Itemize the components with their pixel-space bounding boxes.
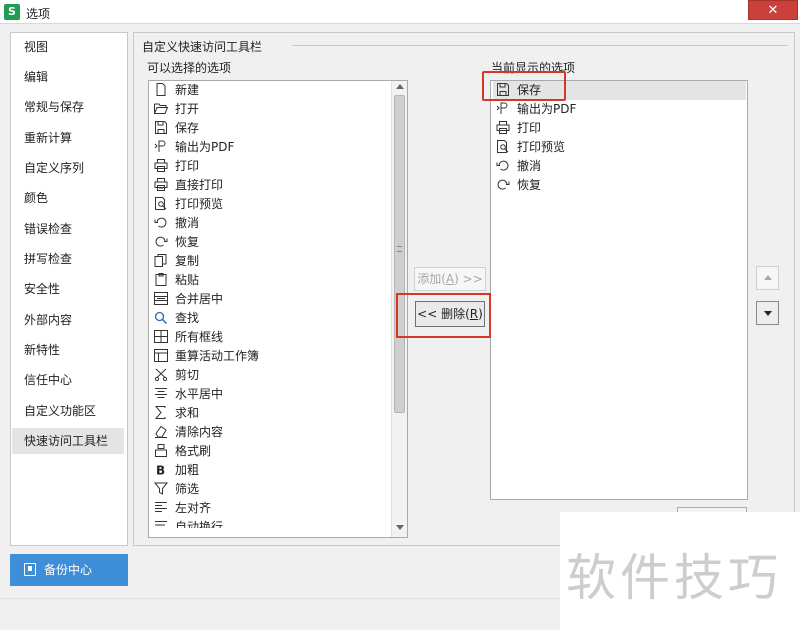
list-item[interactable]: 打印预览 <box>151 195 223 214</box>
available-options-list[interactable]: 新建 打开 保存 输出为PDF 打印 直接打印 打印预览 撤消 恢复 复制 粘贴… <box>148 80 408 538</box>
list-item[interactable]: 撤消 <box>493 157 541 176</box>
sidebar-item-trust-center[interactable]: 信任中心 <box>12 367 124 393</box>
list-item[interactable]: 打印 <box>151 157 199 176</box>
app-logo-icon: S <box>4 4 20 20</box>
list-item[interactable]: B 加粗 <box>151 461 199 480</box>
close-button[interactable]: ✕ <box>748 0 798 20</box>
watermark-text: 软件技巧 <box>566 549 782 607</box>
list-item[interactable]: 左对齐 <box>151 499 211 518</box>
list-item[interactable]: 查找 <box>151 309 199 328</box>
highlight-remove-button <box>396 293 491 338</box>
list-item[interactable]: 保存 <box>151 119 199 138</box>
filter-icon <box>154 482 168 495</box>
merge-center-icon <box>154 292 168 305</box>
move-down-button[interactable] <box>756 301 779 325</box>
list-item[interactable]: 合并居中 <box>151 290 223 309</box>
list-item[interactable]: 格式刷 <box>151 442 211 461</box>
list-item[interactable]: 清除内容 <box>151 423 223 442</box>
scroll-grip-icon <box>397 246 402 252</box>
group-divider <box>292 45 788 46</box>
add-button[interactable]: 添加(A) >> <box>414 267 486 291</box>
options-sidebar: 视图 编辑 常规与保存 重新计算 自定义序列 颜色 错误检查 拼写检查 安全性 … <box>10 32 128 546</box>
list-item[interactable]: 打印预览 <box>493 138 565 157</box>
undo-icon <box>496 159 510 172</box>
sidebar-item-new-features[interactable]: 新特性 <box>12 337 124 363</box>
scissors-icon <box>154 368 168 381</box>
highlight-save-item <box>482 71 566 101</box>
backup-center-button[interactable]: 备份中心 <box>10 554 128 586</box>
print-preview-icon <box>154 197 168 210</box>
svg-text:B: B <box>156 464 165 477</box>
new-doc-icon <box>154 83 168 96</box>
eraser-icon <box>154 425 168 438</box>
quick-access-panel: 自定义快速访问工具栏 可以选择的选项 当前显示的选项 新建 打开 保存 输出为P… <box>133 32 795 546</box>
sidebar-item-custom-lists[interactable]: 自定义序列 <box>12 155 124 181</box>
redo-icon <box>154 235 168 248</box>
format-painter-icon <box>154 444 168 457</box>
list-item[interactable]: 重算活动工作簿 <box>151 347 259 366</box>
title-bar: S 选项 ✕ <box>0 0 800 24</box>
print-preview-icon <box>496 140 510 153</box>
bold-icon: B <box>154 463 168 477</box>
wrap-text-icon <box>154 520 168 528</box>
sidebar-item-recalculate[interactable]: 重新计算 <box>12 125 124 151</box>
list-item[interactable]: 粘贴 <box>151 271 199 290</box>
redo-icon <box>496 178 510 191</box>
paste-icon <box>154 273 168 286</box>
list-item[interactable]: 输出为PDF <box>151 138 234 157</box>
sidebar-item-error-check[interactable]: 错误检查 <box>12 216 124 242</box>
direct-print-icon <box>154 178 168 191</box>
align-left-icon <box>154 501 168 514</box>
window-title: 选项 <box>26 7 51 21</box>
scroll-up-arrow-icon[interactable] <box>396 84 404 89</box>
list-item[interactable]: 直接打印 <box>151 176 223 195</box>
sidebar-item-external[interactable]: 外部内容 <box>12 307 124 333</box>
recalc-icon <box>154 349 168 362</box>
backup-icon <box>24 563 36 576</box>
list-item[interactable]: 恢复 <box>493 176 541 195</box>
sidebar-item-colors[interactable]: 颜色 <box>12 185 124 211</box>
available-options-label: 可以选择的选项 <box>147 61 232 75</box>
group-title: 自定义快速访问工具栏 <box>142 38 267 55</box>
search-icon <box>154 311 168 324</box>
sidebar-item-spell-check[interactable]: 拼写检查 <box>12 246 124 272</box>
scroll-thumb[interactable] <box>394 95 405 413</box>
pdf-export-icon <box>496 102 510 115</box>
all-borders-icon <box>154 330 168 343</box>
list-item[interactable]: 剪切 <box>151 366 199 385</box>
copy-icon <box>154 254 168 267</box>
list-item[interactable]: 打开 <box>151 100 199 119</box>
sidebar-item-view[interactable]: 视图 <box>12 34 124 60</box>
pdf-export-icon <box>154 140 168 153</box>
sidebar-item-edit[interactable]: 编辑 <box>12 64 124 90</box>
scroll-down-arrow-icon[interactable] <box>396 525 404 530</box>
sidebar-item-custom-ribbon[interactable]: 自定义功能区 <box>12 398 124 424</box>
sidebar-item-general-save[interactable]: 常规与保存 <box>12 94 124 120</box>
list-item[interactable]: 打印 <box>493 119 541 138</box>
list-item[interactable]: 水平居中 <box>151 385 223 404</box>
printer-icon <box>154 159 168 172</box>
list-item[interactable]: 求和 <box>151 404 199 423</box>
current-options-list[interactable]: 保存 输出为PDF 打印 打印预览 撤消 恢复 <box>490 80 748 500</box>
folder-open-icon <box>154 102 168 115</box>
list-item[interactable]: 所有框线 <box>151 328 223 347</box>
undo-icon <box>154 216 168 229</box>
list-item[interactable]: 复制 <box>151 252 199 271</box>
list-item[interactable]: 筛选 <box>151 480 199 499</box>
list-item[interactable]: 自动换行 <box>151 518 223 528</box>
dialog-footer <box>0 598 560 630</box>
list-item[interactable]: 恢复 <box>151 233 199 252</box>
sidebar-item-security[interactable]: 安全性 <box>12 276 124 302</box>
sidebar-item-quick-access-toolbar[interactable]: 快速访问工具栏 <box>12 428 124 454</box>
align-center-icon <box>154 387 168 400</box>
printer-icon <box>496 121 510 134</box>
move-up-button[interactable] <box>756 266 779 290</box>
list-item[interactable]: 输出为PDF <box>493 100 576 119</box>
backup-center-label: 备份中心 <box>44 563 93 577</box>
sum-icon <box>154 406 168 419</box>
save-icon <box>154 121 168 134</box>
list-item[interactable]: 新建 <box>151 81 199 100</box>
list-item[interactable]: 撤消 <box>151 214 199 233</box>
